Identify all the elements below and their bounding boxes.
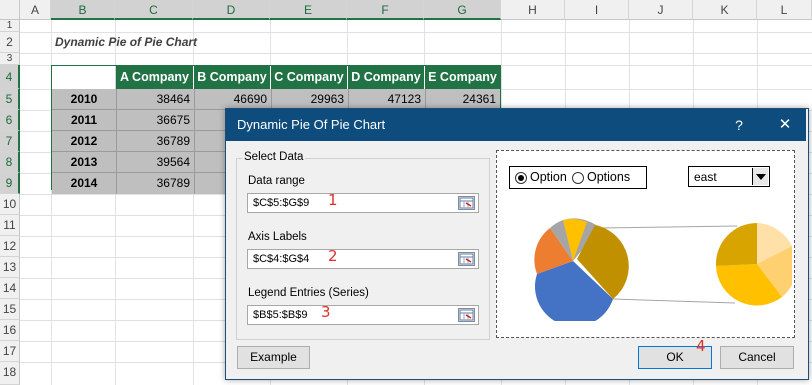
options-radio-button[interactable] <box>572 172 584 184</box>
chart-preview-panel: Option Options east <box>496 150 795 338</box>
sheet-title: Dynamic Pie of Pie Chart <box>55 35 198 49</box>
select-all-corner[interactable] <box>0 0 20 20</box>
column-header-e[interactable]: E <box>270 0 347 20</box>
row-header-11[interactable]: 11 <box>0 215 20 236</box>
dialog-title: Dynamic Pie Of Pie Chart <box>237 117 386 132</box>
help-button[interactable]: ? <box>726 113 752 137</box>
column-header-l[interactable]: L <box>757 0 812 20</box>
dropdown-arrow-icon[interactable] <box>752 168 768 185</box>
option-radio-selected[interactable] <box>515 172 527 184</box>
row-header-4[interactable]: 4 <box>0 65 20 89</box>
table-cell[interactable]: 36789 <box>116 131 194 152</box>
row-header-14[interactable]: 14 <box>0 278 20 299</box>
table-cell[interactable]: 39564 <box>116 152 194 173</box>
series-dropdown-value: east <box>694 170 717 184</box>
table-row-label[interactable]: 2010 <box>52 89 116 110</box>
step-badge-1: 1 <box>328 191 338 209</box>
range-picker-icon[interactable] <box>458 308 475 322</box>
series-dropdown[interactable]: east <box>688 166 770 187</box>
column-header-j[interactable]: J <box>629 0 693 20</box>
table-cell[interactable]: 29963 <box>271 89 348 110</box>
row-header-17[interactable]: 17 <box>0 341 20 362</box>
row-header-8[interactable]: 8 <box>0 152 20 173</box>
table-cell[interactable]: 38464 <box>116 89 194 110</box>
row-header-1[interactable]: 1 <box>0 20 20 32</box>
table-cell[interactable]: 36675 <box>116 110 194 131</box>
options-radio-label[interactable]: Options <box>587 170 630 184</box>
axis-labels-label: Axis Labels <box>248 231 307 243</box>
row-header-12[interactable]: 12 <box>0 236 20 257</box>
grid-line <box>20 53 812 54</box>
option-radio-group: Option Options <box>509 166 647 189</box>
close-button[interactable]: ✕ <box>772 113 798 137</box>
row-header-10[interactable]: 10 <box>0 194 20 215</box>
column-header-f[interactable]: F <box>347 0 424 20</box>
table-cell[interactable]: 46690 <box>194 89 271 110</box>
legend-entries-field[interactable]: $B$5:$B$9 <box>247 305 479 325</box>
range-picker-icon[interactable] <box>458 252 475 266</box>
row-header-6[interactable]: 6 <box>0 110 20 131</box>
table-corner-cell[interactable] <box>52 66 116 89</box>
column-header-c[interactable]: C <box>115 0 193 20</box>
column-header-d[interactable]: D <box>193 0 270 20</box>
table-row-label[interactable]: 2012 <box>52 131 116 152</box>
row-header-15[interactable]: 15 <box>0 299 20 320</box>
data-range-label: Data range <box>248 175 305 187</box>
column-header-b[interactable]: B <box>51 0 115 20</box>
grid-line <box>20 32 812 33</box>
column-header-i[interactable]: I <box>565 0 629 20</box>
step-badge-2: 2 <box>328 247 338 265</box>
row-header-7[interactable]: 7 <box>0 131 20 152</box>
data-range-field[interactable]: $C$5:$G$9 <box>247 193 479 213</box>
row-header-9[interactable]: 9 <box>0 173 20 194</box>
option-radio-label[interactable]: Option <box>530 170 567 184</box>
table-header-cell[interactable]: D Company <box>348 66 425 89</box>
table-header-cell[interactable]: B Company <box>194 66 271 89</box>
select-data-group-label: Select Data <box>242 151 306 163</box>
right-pie-slice <box>715 222 757 266</box>
column-header-a[interactable]: A <box>20 0 51 20</box>
connector-line <box>599 225 738 229</box>
table-cell[interactable]: 47123 <box>348 89 425 110</box>
dialog-titlebar[interactable]: Dynamic Pie Of Pie Chart ? ✕ <box>226 109 806 141</box>
legend-entries-label: Legend Entries (Series) <box>248 287 369 299</box>
row-header-2[interactable]: 2 <box>0 32 20 53</box>
dynamic-pie-dialog: Dynamic Pie Of Pie Chart ? ✕ Select Data… <box>225 108 809 380</box>
row-header-5[interactable]: 5 <box>0 89 20 110</box>
table-header-cell[interactable]: A Company <box>116 66 194 89</box>
pie-of-pie-chart <box>534 218 792 321</box>
table-row-label[interactable]: 2014 <box>52 173 116 194</box>
range-picker-icon[interactable] <box>458 196 475 210</box>
radio-dot-icon <box>518 175 524 181</box>
table-header-cell[interactable]: C Company <box>271 66 348 89</box>
step-badge-3: 3 <box>321 303 331 321</box>
table-row-label[interactable]: 2013 <box>52 152 116 173</box>
table-cell[interactable]: 36789 <box>116 173 194 194</box>
axis-labels-field[interactable]: $C$4:$G$4 <box>247 249 479 269</box>
example-button[interactable]: Example <box>237 346 310 369</box>
table-row-label[interactable]: 2011 <box>52 110 116 131</box>
column-header-k[interactable]: K <box>693 0 757 20</box>
table-cell[interactable]: 24361 <box>425 89 500 110</box>
row-header-16[interactable]: 16 <box>0 320 20 341</box>
row-header-3[interactable]: 3 <box>0 53 20 65</box>
row-header-18[interactable]: 18 <box>0 362 20 385</box>
column-header-h[interactable]: H <box>501 0 565 20</box>
cancel-button[interactable]: Cancel <box>720 346 794 369</box>
column-header-g[interactable]: G <box>424 0 501 20</box>
connector-line <box>612 298 736 304</box>
axis-labels-value: $C$4:$G$4 <box>253 253 310 265</box>
table-header-cell[interactable]: E Company <box>425 66 500 89</box>
legend-entries-value: $B$5:$B$9 <box>253 309 308 321</box>
step-badge-4: 4 <box>696 337 706 355</box>
row-header-13[interactable]: 13 <box>0 257 20 278</box>
data-range-value: $C$5:$G$9 <box>253 197 310 209</box>
